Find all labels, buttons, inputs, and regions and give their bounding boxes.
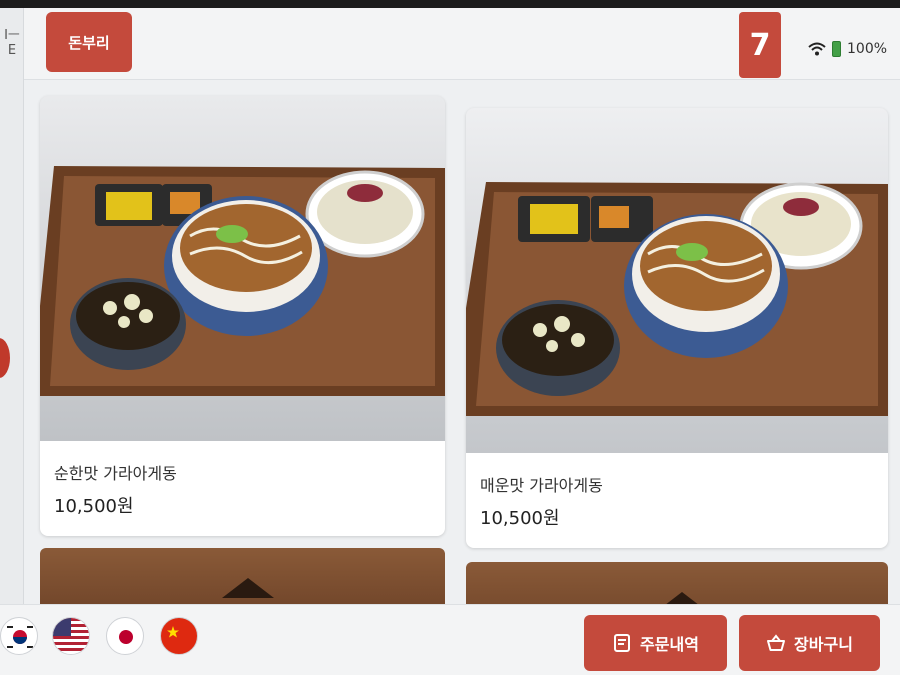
korean-flag-icon[interactable] bbox=[0, 617, 38, 655]
kiosk-screen: 돈부리 7 100% Iㅡ E 순한맛 가라아게동 10,500원 매운맛 가라… bbox=[0, 8, 900, 675]
battery-level: 100% bbox=[847, 41, 888, 57]
bottom-bar: 주문내역 장바구니 bbox=[0, 604, 900, 675]
menu-item-photo bbox=[466, 108, 888, 453]
menu-item-card[interactable]: 순한맛 가라아게동 10,500원 bbox=[40, 96, 445, 536]
top-bar: 돈부리 7 100% bbox=[0, 8, 900, 80]
menu-item-name: 순한맛 가라아게동 bbox=[54, 464, 177, 483]
china-flag-icon[interactable] bbox=[160, 617, 198, 655]
menu-item-price: 10,500원 bbox=[480, 508, 560, 529]
japan-flag-icon[interactable] bbox=[106, 617, 144, 655]
menu-item-photo bbox=[40, 96, 445, 441]
side-panel-label: Iㅡ E bbox=[4, 28, 20, 58]
cart-button[interactable]: 장바구니 bbox=[739, 615, 880, 671]
us-flag-icon[interactable] bbox=[52, 617, 90, 655]
battery-icon bbox=[832, 41, 841, 57]
wifi-icon bbox=[808, 42, 826, 56]
menu-grid: 순한맛 가라아게동 10,500원 매운맛 가라아게동 10,500원 bbox=[38, 96, 888, 632]
menu-item-price: 10,500원 bbox=[54, 496, 134, 517]
menu-item-card[interactable]: 매운맛 가라아게동 10,500원 bbox=[466, 108, 888, 548]
receipt-icon bbox=[614, 634, 631, 652]
order-history-label: 주문내역 bbox=[640, 635, 699, 654]
side-panel: Iㅡ E bbox=[0, 8, 24, 608]
category-tab-donburi[interactable]: 돈부리 bbox=[46, 12, 132, 72]
food-photo-illustration bbox=[222, 578, 275, 598]
cart-label: 장바구니 bbox=[794, 635, 853, 654]
food-photo-illustration bbox=[40, 96, 445, 441]
order-history-button[interactable]: 주문내역 bbox=[584, 615, 727, 671]
food-photo-illustration bbox=[466, 108, 888, 453]
cart-count-badge: 7 bbox=[739, 12, 781, 78]
menu-item-name: 매운맛 가라아게동 bbox=[480, 476, 603, 495]
basket-icon bbox=[767, 634, 786, 651]
status-indicators: 100% bbox=[808, 38, 887, 60]
